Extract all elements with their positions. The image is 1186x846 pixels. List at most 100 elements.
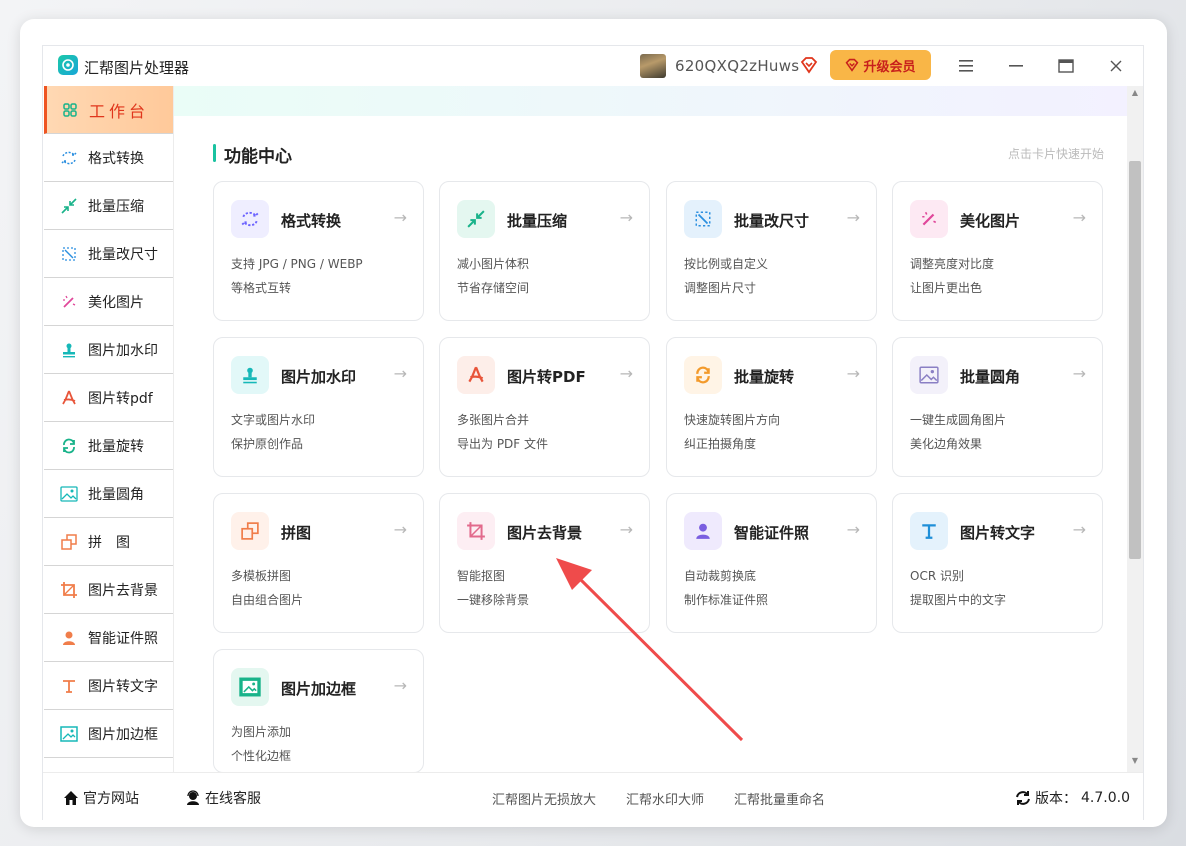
sidebar-item-id-photo[interactable]: 智能证件照 [44,614,173,662]
feature-card[interactable]: 格式转换 → 支持 JPG / PNG / WEBP 等格式互转 [213,181,424,321]
feature-card[interactable]: 智能证件照 → 自动裁剪换底 制作标准证件照 [666,493,877,633]
sidebar-item-label: 拼 图 [88,534,130,551]
feature-card[interactable]: 批量旋转 → 快速旋转图片方向 纠正拍摄角度 [666,337,877,477]
sidebar-item-collage[interactable]: 拼 图 [44,518,173,566]
sidebar: 工作台 格式转换 批量压缩 批量改尺寸 美化图片 图片加水印 图片转pdf 批量… [43,86,174,772]
version-info[interactable]: 版本： 4.7.0.0 [1015,788,1130,808]
sidebar-item-batch-round-corner[interactable]: 批量圆角 [44,470,173,518]
close-icon[interactable] [1104,54,1128,78]
feature-card[interactable]: 美化图片 → 调整亮度对比度 让图片更出色 [892,181,1103,321]
feature-card[interactable]: 批量压缩 → 减小图片体积 节省存储空间 [439,181,650,321]
arrow-right-icon: → [846,364,860,383]
card-description: 调整图片尺寸 [684,281,757,295]
feature-card[interactable]: 图片加水印 → 文字或图片水印 保护原创作品 [213,337,424,477]
frame-icon [60,725,78,743]
arrow-right-icon: → [1072,208,1086,227]
arrow-right-icon: → [393,520,407,539]
minimize-icon[interactable] [1004,54,1028,78]
collage-icon [231,512,269,550]
refresh-icon [1016,791,1030,805]
magic-wand-icon [60,293,78,311]
card-title: 格式转换 [281,212,342,230]
avatar[interactable] [640,54,666,78]
sidebar-item-to-pdf[interactable]: 图片转pdf [44,374,173,422]
maximize-icon[interactable] [1054,54,1078,78]
footer-link-watermark-master[interactable]: 汇帮水印大师 [626,789,704,808]
card-description: 制作标准证件照 [684,593,769,607]
stamp-icon [60,341,78,359]
card-description: 为图片添加 [231,725,292,739]
card-description: 调整亮度对比度 [910,257,995,271]
section-accent-bar [213,144,216,162]
app-title: 汇帮图片处理器 [84,59,190,77]
section-hint: 点击卡片快速开始 [1008,147,1105,161]
upgrade-label: 升级会员 [863,59,916,75]
arrow-right-icon: → [619,520,633,539]
rotate-icon [684,356,722,394]
sidebar-item-add-border[interactable]: 图片加边框 [44,710,173,758]
official-site-link[interactable]: 官方网站 [63,788,139,808]
feature-card[interactable]: 批量圆角 → 一键生成圆角图片 美化边角效果 [892,337,1103,477]
sidebar-item-label: 工作台 [89,101,150,121]
feature-card[interactable]: 批量改尺寸 → 按比例或自定义 调整图片尺寸 [666,181,877,321]
feature-card[interactable]: 图片转PDF → 多张图片合并 导出为 PDF 文件 [439,337,650,477]
compress-icon [60,197,78,215]
version-label: 版本： [1035,791,1077,807]
sidebar-item-image-to-text[interactable]: 图片转文字 [44,662,173,710]
official-site-label: 官方网站 [83,791,139,807]
card-description: 纠正拍摄角度 [684,437,757,451]
convert-icon [60,149,78,167]
version-number: 4.7.0.0 [1081,790,1130,806]
person-icon [60,629,78,647]
scroll-down-icon[interactable]: ▼ [1129,756,1141,770]
collage-icon [60,533,78,551]
resize-icon [60,245,78,263]
feature-card[interactable]: 图片转文字 → OCR 识别 提取图片中的文字 [892,493,1103,633]
card-title: 图片去背景 [507,524,583,542]
menu-icon[interactable] [954,54,978,78]
card-title: 批量圆角 [960,368,1021,386]
card-title: 图片转PDF [507,368,586,386]
feature-card[interactable]: 拼图 → 多模板拼图 自由组合图片 [213,493,424,633]
arrow-right-icon: → [1072,364,1086,383]
sidebar-item-beautify[interactable]: 美化图片 [44,278,173,326]
upgrade-vip-button[interactable]: 升级会员 [830,50,931,80]
sidebar-item-workbench[interactable]: 工作台 [44,86,173,134]
rounded-image-icon [910,356,948,394]
compress-icon [457,200,495,238]
pdf-icon [60,389,78,407]
stamp-icon [231,356,269,394]
card-description: 多模板拼图 [231,569,292,583]
arrow-right-icon: → [619,208,633,227]
sidebar-item-batch-resize[interactable]: 批量改尺寸 [44,230,173,278]
feature-card[interactable]: 图片加边框 → 为图片添加个性化边框 [213,649,424,773]
arrow-right-icon: → [393,676,407,695]
crop-icon [60,581,78,599]
sidebar-item-label: 格式转换 [88,150,144,167]
card-description: 个性化边框 [231,749,292,763]
username[interactable]: 620QXQ2zHuws [675,57,799,75]
sidebar-item-label: 图片加水印 [88,342,158,359]
sidebar-item-format-convert[interactable]: 格式转换 [44,134,173,182]
sidebar-item-watermark[interactable]: 图片加水印 [44,326,173,374]
text-icon [60,677,78,695]
card-description: 减小图片体积 [457,257,530,271]
card-description: 等格式互转 [231,281,292,295]
footer-link-upscale[interactable]: 汇帮图片无损放大 [492,789,596,808]
scroll-up-icon[interactable]: ▲ [1129,88,1141,102]
title-bar: 汇帮图片处理器 620QXQ2zHuws 升级会员 [43,46,1143,86]
sidebar-item-batch-rotate[interactable]: 批量旋转 [44,422,173,470]
card-description: 按比例或自定义 [684,257,769,271]
card-title: 图片加边框 [281,680,357,698]
sidebar-item-label: 美化图片 [88,294,144,311]
feature-card[interactable]: 图片去背景 → 智能抠图 一键移除背景 [439,493,650,633]
sidebar-item-remove-background[interactable]: 图片去背景 [44,566,173,614]
sidebar-item-batch-compress[interactable]: 批量压缩 [44,182,173,230]
app-logo-icon [58,55,78,75]
footer-link-batch-rename[interactable]: 汇帮批量重命名 [734,789,825,808]
support-agent-icon [187,790,199,805]
online-service-link[interactable]: 在线客服 [185,788,261,808]
arrow-right-icon: → [846,520,860,539]
card-title: 拼图 [281,524,312,542]
scrollbar-thumb[interactable] [1129,161,1141,559]
